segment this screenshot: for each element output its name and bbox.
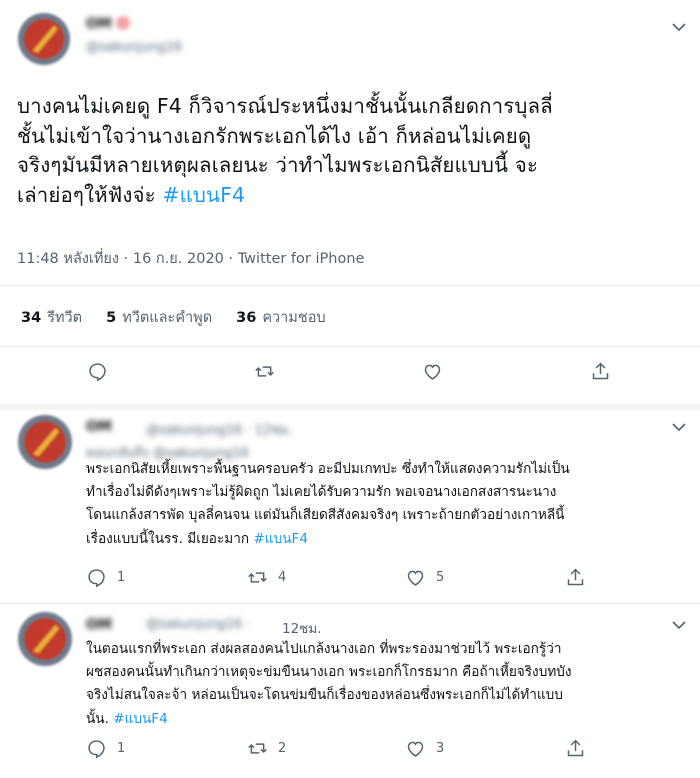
- share-icon: [567, 739, 584, 757]
- hashtag-link[interactable]: #แบนF4: [162, 183, 245, 207]
- reply-button[interactable]: [87, 361, 108, 382]
- share-button[interactable]: [565, 567, 586, 588]
- reply-button[interactable]: 1: [86, 738, 125, 759]
- share-button[interactable]: [565, 738, 586, 759]
- heart-icon: [424, 364, 441, 380]
- chevron-down-icon[interactable]: [672, 618, 686, 634]
- tweet-stats: 34 รีทวีต 5 ทวีตและคำพูด 36 ความชอบ: [21, 306, 350, 329]
- retweet-icon: [248, 743, 267, 754]
- share-icon: [567, 568, 584, 586]
- hashtag-link[interactable]: #แบนF4: [253, 531, 308, 547]
- reply-display-name[interactable]: OM: [86, 419, 112, 435]
- reply-display-name[interactable]: OM: [86, 617, 112, 633]
- reply-action-bar: 1 2 3: [0, 738, 700, 768]
- reply-text: พระเอกนิสัยเหี้ยเพราะพื้นฐานครอบครัว อะม…: [86, 461, 570, 547]
- main-display-name[interactable]: OM: [86, 16, 112, 32]
- tweet-timestamp[interactable]: 11:48 หลังเที่ยง · 16 ก.ย. 2020 · Twitte…: [17, 247, 364, 270]
- verified-emoji-icon: [116, 16, 130, 30]
- reply-action-bar: 1 4 5: [0, 567, 700, 597]
- retweets-stat[interactable]: 34 รีทวีต: [21, 306, 82, 329]
- tweet-text-line: ชั้นไม่เข้าใจว่านางเอกรักพระเอกได้ไง เอ้…: [17, 123, 532, 148]
- hashtag-link[interactable]: #แบนF4: [113, 711, 168, 727]
- reply-icon: [88, 569, 105, 588]
- tweet-text: บางคนไม่เคยดู F4 ก็วิจารณ์ประหนึ่งมาชั้น…: [17, 92, 687, 210]
- retweet-button[interactable]: 2: [247, 738, 286, 759]
- retweet-icon: [248, 572, 267, 583]
- heart-icon: [407, 741, 424, 757]
- like-button[interactable]: 5: [405, 567, 444, 588]
- main-action-bar: [0, 361, 700, 391]
- reply-icon: [89, 363, 106, 382]
- likes-stat[interactable]: 36 ความชอบ: [236, 306, 325, 329]
- main-handle[interactable]: @sakunjung16: [86, 40, 182, 55]
- chevron-down-icon[interactable]: [672, 20, 686, 36]
- tweet-text-line: เล่าย่อๆให้ฟังจ่ะ: [17, 182, 163, 207]
- retweet-icon: [255, 366, 274, 377]
- like-button[interactable]: 3: [405, 738, 444, 759]
- main-avatar[interactable]: [18, 13, 70, 65]
- retweet-button[interactable]: [254, 361, 275, 382]
- like-button[interactable]: [422, 361, 443, 382]
- reply-avatar[interactable]: [18, 612, 72, 666]
- reply-handle[interactable]: @sakunjung16 ·: [146, 617, 251, 632]
- reply-handle[interactable]: @sakunjung16 · 12ชม.: [146, 419, 293, 440]
- divider: [0, 346, 700, 347]
- heart-icon: [407, 570, 424, 586]
- reply-avatar[interactable]: [18, 415, 72, 469]
- divider: [0, 285, 700, 286]
- chevron-down-icon[interactable]: [672, 420, 686, 436]
- section-divider: [0, 404, 700, 410]
- reply-icon: [88, 740, 105, 759]
- share-icon: [592, 362, 609, 380]
- reply-time[interactable]: 12ชม.: [282, 617, 322, 639]
- divider: [0, 603, 700, 604]
- tweet-text-line: บางคนไม่เคยดู F4 ก็วิจารณ์ประหนึ่งมาชั้น…: [17, 94, 553, 118]
- reply-text: ในตอนแรกที่พระเอก ส่งผลสองคนไปแกล้งนางเอ…: [86, 641, 572, 727]
- reply-button[interactable]: 1: [86, 567, 125, 588]
- tweet-text-line: จริงๆมันมีหลายเหตุผลเลยนะ ว่าทำไมพระเอกน…: [17, 153, 538, 177]
- share-button[interactable]: [590, 361, 611, 382]
- quote-tweets-stat[interactable]: 5 ทวีตและคำพูด: [106, 306, 212, 329]
- retweet-button[interactable]: 4: [247, 567, 286, 588]
